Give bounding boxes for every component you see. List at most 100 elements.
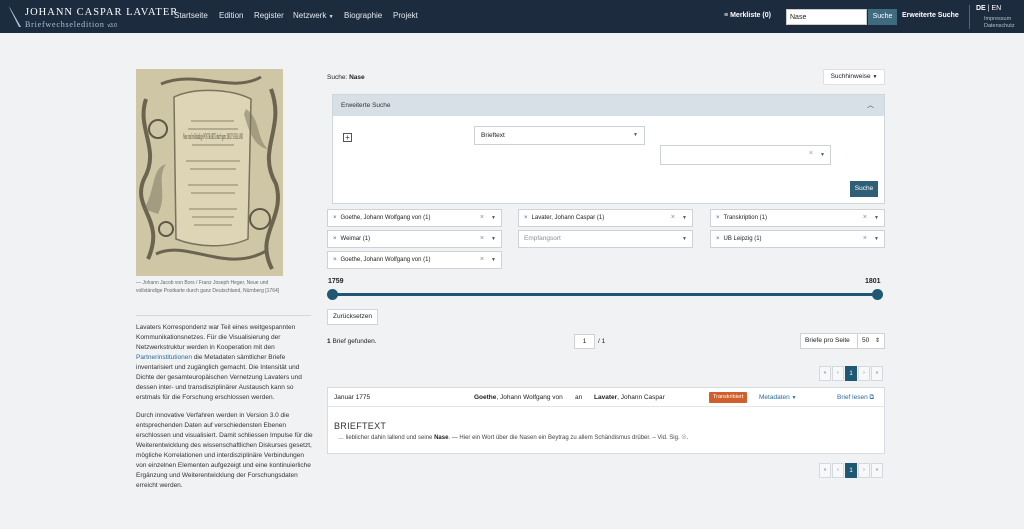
logo-title: JOHANN CASPAR LAVATER bbox=[25, 7, 179, 18]
caret-down-icon: ▼ bbox=[328, 14, 334, 20]
last-page-button[interactable]: » bbox=[871, 463, 883, 478]
metadata-dropdown[interactable]: Metadaten ▼ bbox=[759, 388, 796, 408]
filter-place-received[interactable]: Empfangsort ▼ bbox=[518, 230, 693, 248]
postcard-illustration: Neue und vollständige POSTKARTE durch ga… bbox=[136, 69, 283, 276]
logo-version: v3.0 bbox=[107, 23, 117, 29]
remove-icon[interactable]: × bbox=[333, 257, 337, 263]
caret-down-icon: ▼ bbox=[491, 215, 496, 221]
range-max-label: 1801 bbox=[865, 278, 881, 285]
reset-button[interactable]: Zurücksetzen bbox=[327, 309, 378, 325]
search-button[interactable]: Suche bbox=[868, 9, 897, 25]
advanced-search-button[interactable]: Suche bbox=[850, 181, 878, 197]
filter-transcription[interactable]: × Transkription (1) × ▼ bbox=[710, 209, 885, 227]
first-page-button[interactable]: « bbox=[819, 366, 831, 381]
caret-down-icon: ▼ bbox=[633, 132, 638, 138]
condition-value-input[interactable] bbox=[660, 126, 831, 145]
nav-edition[interactable]: Edition bbox=[219, 11, 243, 20]
last-page-button[interactable]: » bbox=[871, 366, 883, 381]
field-select[interactable]: Brieftext ▼ bbox=[474, 126, 645, 145]
nav-projekt[interactable]: Projekt bbox=[393, 11, 418, 20]
letter-section-title: BRIEFTEXT bbox=[334, 421, 387, 431]
impressum-link[interactable]: Impressum bbox=[984, 16, 1015, 23]
search-hints-button[interactable]: Suchhinweise ▼ bbox=[823, 69, 885, 85]
filter-place-sent[interactable]: × Weimar (1) × ▼ bbox=[327, 230, 502, 248]
next-page-button[interactable]: › bbox=[858, 463, 870, 478]
clear-icon[interactable]: × bbox=[671, 210, 675, 226]
current-page-button[interactable]: 1 bbox=[845, 366, 857, 381]
letter-metadata-row: Januar 1775 Goethe, Johann Wolfgang von … bbox=[328, 388, 884, 407]
nav-netzwerk[interactable]: Netzwerk ▼ bbox=[293, 11, 334, 20]
year-range-track[interactable] bbox=[332, 293, 878, 296]
condition-select[interactable]: × ▼ bbox=[660, 145, 831, 165]
nav-startseite[interactable]: Startseite bbox=[174, 11, 208, 20]
lang-de[interactable]: DE bbox=[976, 5, 986, 12]
clear-icon[interactable]: × bbox=[863, 231, 867, 247]
updown-icon: ⇕ bbox=[874, 338, 880, 344]
clear-icon[interactable]: × bbox=[480, 231, 484, 247]
remove-icon[interactable]: × bbox=[524, 215, 528, 221]
filter-sender[interactable]: × Goethe, Johann Wolfgang von (1) × ▼ bbox=[327, 209, 502, 227]
current-page-button[interactable]: 1 bbox=[845, 463, 857, 478]
caret-down-icon: ▼ bbox=[491, 236, 496, 242]
extended-search-link[interactable]: Erweiterte Suche bbox=[902, 12, 959, 19]
advanced-search-header[interactable]: Erweiterte Suche ︿ bbox=[333, 95, 884, 116]
search-input[interactable] bbox=[786, 9, 867, 25]
prev-page-button[interactable]: ‹ bbox=[832, 463, 844, 478]
nav-register[interactable]: Register bbox=[254, 11, 284, 20]
results-count: 1 Brief gefunden. bbox=[327, 338, 377, 345]
remove-icon[interactable]: × bbox=[333, 215, 337, 221]
letter-sender[interactable]: Goethe, Johann Wolfgang von bbox=[474, 388, 563, 407]
range-min-label: 1759 bbox=[328, 278, 344, 285]
per-page-divider bbox=[857, 334, 858, 348]
remove-icon[interactable]: × bbox=[716, 236, 720, 242]
clear-icon[interactable]: × bbox=[480, 252, 484, 268]
project-description: Lavaters Korrespondenz war Teil eines we… bbox=[136, 323, 314, 499]
image-caption: — Johann Jacob von Bors / Franz Joseph H… bbox=[136, 280, 280, 294]
clear-icon[interactable]: × bbox=[863, 210, 867, 226]
caret-down-icon: ▼ bbox=[874, 215, 879, 221]
merkliste-link[interactable]: ≡ Merkliste (0) bbox=[724, 12, 771, 19]
postcard-image: Neue und vollständige POSTKARTE durch ga… bbox=[136, 69, 283, 276]
read-letter-link[interactable]: Brief lesen ⧉ bbox=[837, 388, 874, 407]
remove-icon[interactable]: × bbox=[716, 215, 720, 221]
clear-icon[interactable]: × bbox=[480, 210, 484, 226]
lang-en[interactable]: EN bbox=[991, 5, 1001, 12]
filter-archive[interactable]: × UB Leipzig (1) × ▼ bbox=[710, 230, 885, 248]
quill-icon bbox=[9, 6, 21, 27]
filter-person[interactable]: × Goethe, Johann Wolfgang von (1) × ▼ bbox=[327, 251, 502, 269]
caret-down-icon: ▼ bbox=[872, 74, 878, 80]
letter-an: an bbox=[575, 394, 583, 401]
next-page-button[interactable]: › bbox=[858, 366, 870, 381]
list-icon: ≡ bbox=[724, 12, 729, 19]
site-logo[interactable]: JOHANN CASPAR LAVATER Briefwechseleditio… bbox=[8, 5, 177, 29]
add-condition-icon[interactable]: + bbox=[343, 133, 352, 142]
filter-recipient[interactable]: × Lavater, Johann Caspar (1) × ▼ bbox=[518, 209, 693, 227]
remove-icon[interactable]: × bbox=[333, 236, 337, 242]
page-total: / 1 bbox=[598, 338, 606, 345]
advanced-search-panel: Erweiterte Suche ︿ + Brieftext ▼ × ▼ Suche bbox=[332, 94, 885, 204]
caret-down-icon: ▼ bbox=[682, 215, 687, 221]
clear-icon[interactable]: × bbox=[809, 150, 813, 157]
range-min-handle[interactable] bbox=[327, 289, 338, 300]
page-input[interactable]: 1 bbox=[574, 334, 595, 349]
nav-biographie[interactable]: Biographie bbox=[344, 11, 382, 20]
chevron-up-icon: ︿ bbox=[867, 102, 874, 109]
letter-recipient[interactable]: Lavater, Johann Caspar bbox=[594, 388, 665, 407]
header-divider bbox=[969, 5, 970, 29]
prev-page-button[interactable]: ‹ bbox=[832, 366, 844, 381]
top-navigation-bar: JOHANN CASPAR LAVATER Briefwechseleditio… bbox=[0, 0, 1024, 33]
datenschutz-link[interactable]: Datenschutz bbox=[984, 23, 1015, 30]
caret-down-icon: ▼ bbox=[874, 236, 879, 242]
letter-result-card: Januar 1775 Goethe, Johann Wolfgang von … bbox=[327, 387, 885, 454]
search-term-label: Suche: Nase bbox=[327, 74, 365, 81]
caret-down-icon: ▼ bbox=[791, 395, 797, 401]
caret-down-icon: ▼ bbox=[820, 152, 825, 158]
legal-links: Impressum Datenschutz bbox=[984, 16, 1015, 30]
description-paragraph-1: Lavaters Korrespondenz war Teil eines we… bbox=[136, 324, 302, 401]
first-page-button[interactable]: « bbox=[819, 463, 831, 478]
per-page-select[interactable]: Briefe pro Seite 50 ⇕ bbox=[800, 333, 885, 349]
postcard-heading: Neue und vollständige POSTKARTE durch ga… bbox=[183, 132, 243, 141]
partner-link[interactable]: Partnerinstitutionen bbox=[136, 354, 192, 361]
range-max-handle[interactable] bbox=[872, 289, 883, 300]
language-switch: DE | EN bbox=[976, 5, 1002, 12]
